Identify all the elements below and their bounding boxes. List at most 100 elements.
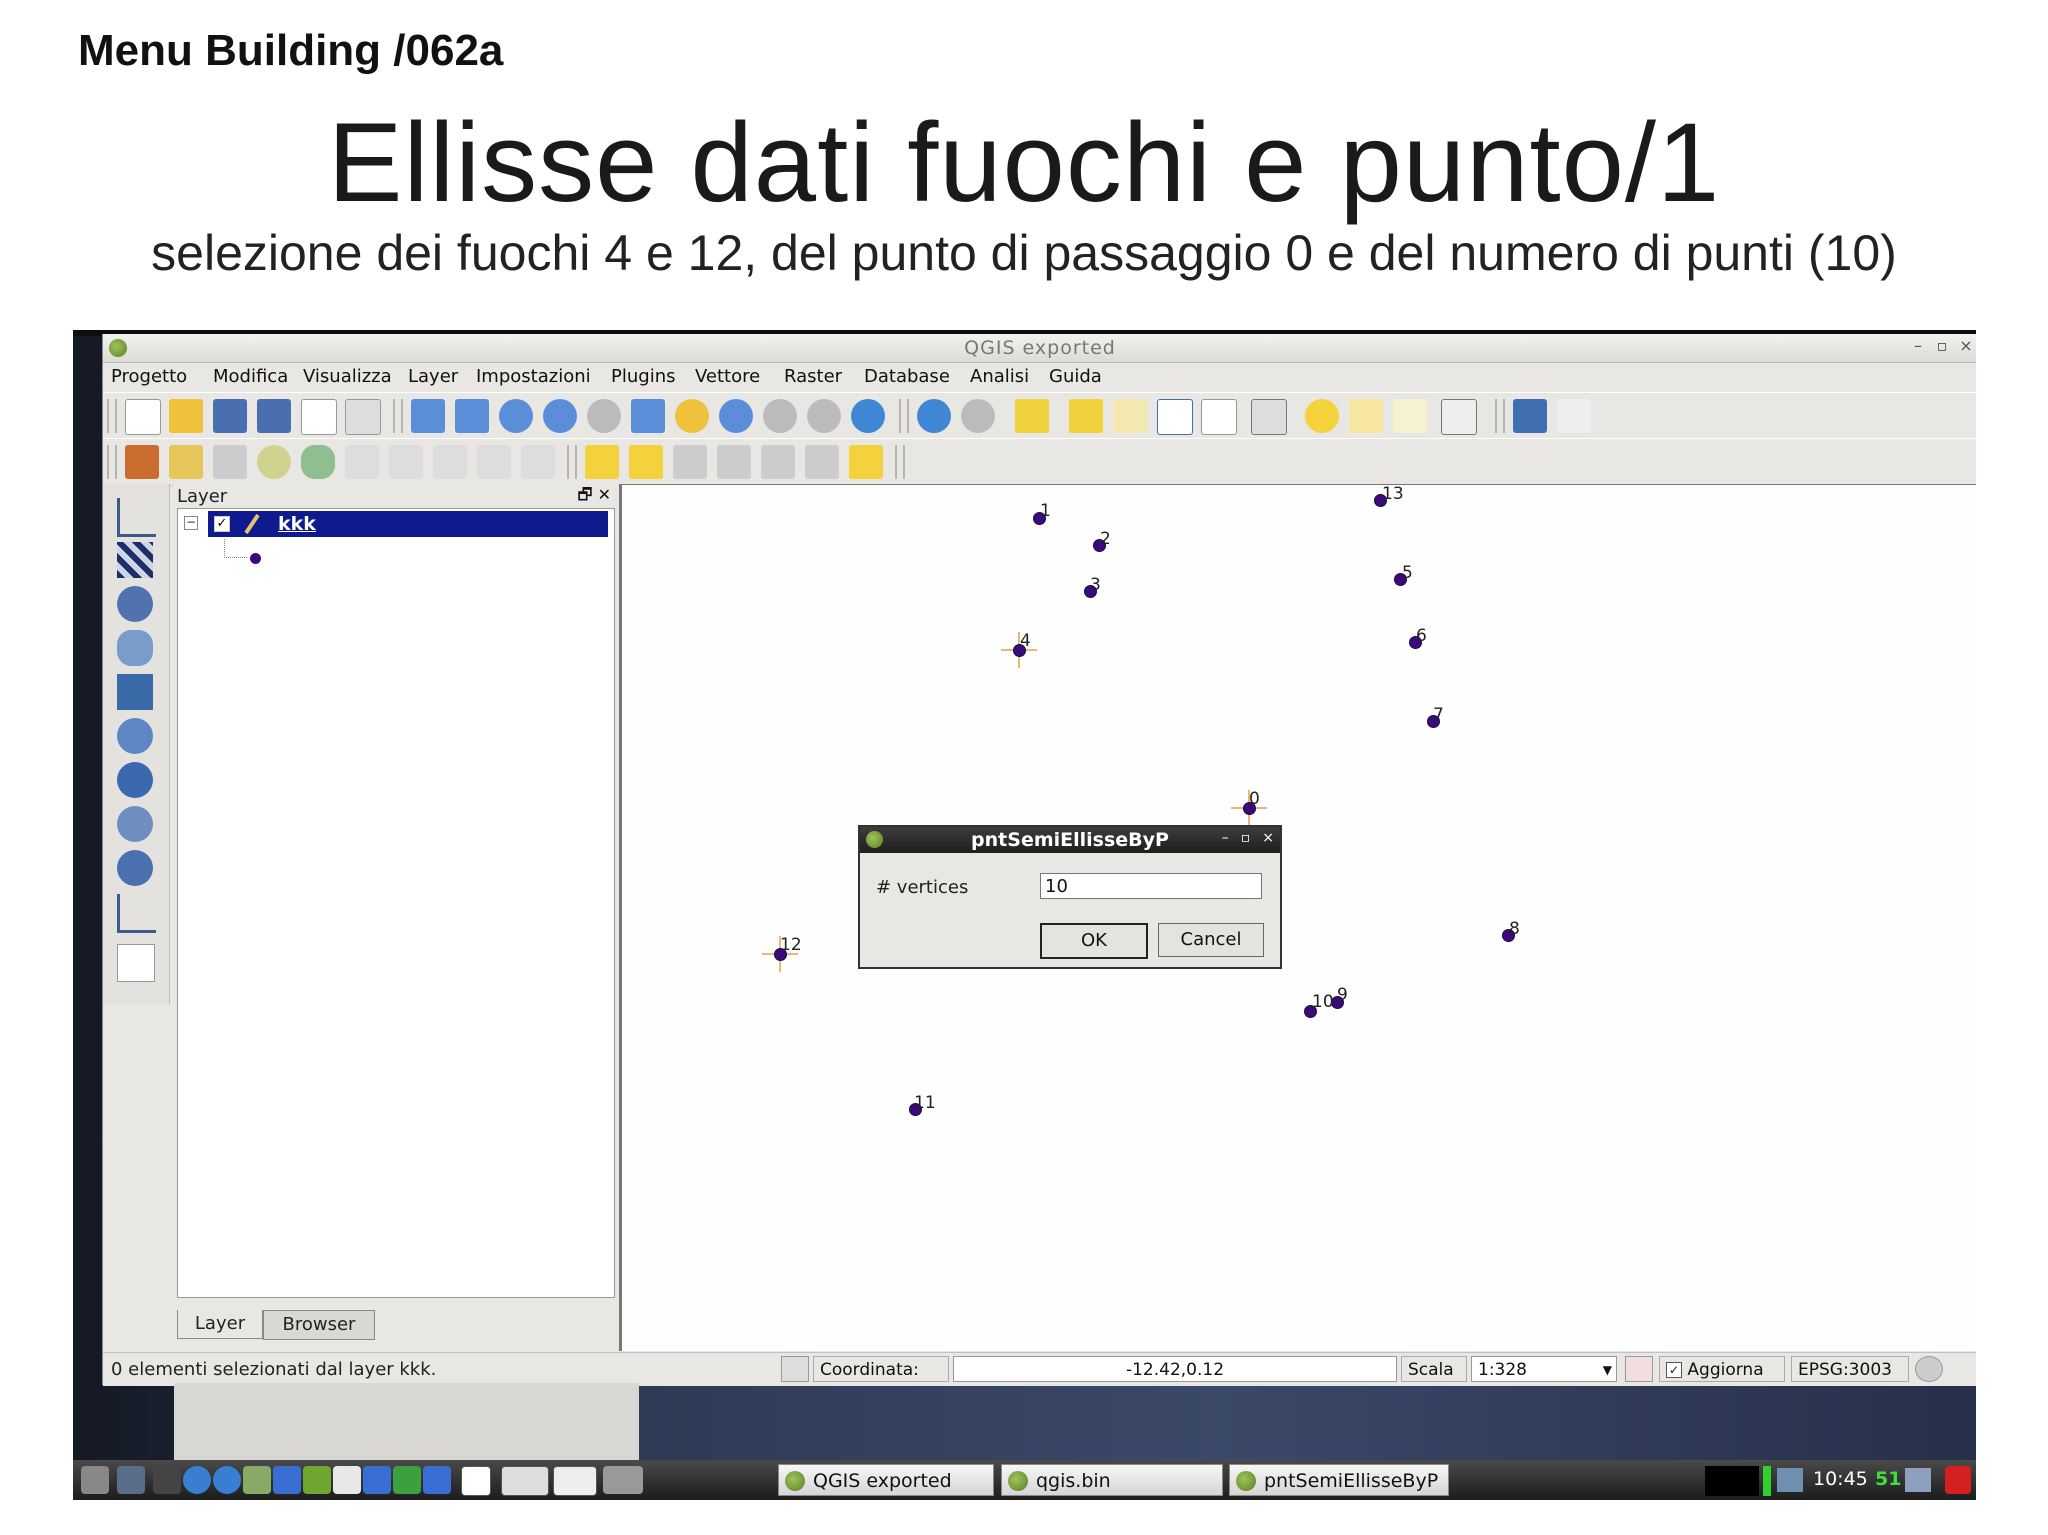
close-button[interactable]: × bbox=[1959, 336, 1973, 355]
layer-visibility-checkbox[interactable]: ✓ bbox=[214, 516, 230, 532]
save-as-icon[interactable] bbox=[257, 399, 291, 433]
map-tips-icon[interactable] bbox=[1305, 399, 1339, 433]
panel-float-close-icon[interactable]: 🗗 ✕ bbox=[577, 484, 611, 511]
app-icon[interactable] bbox=[273, 1466, 301, 1494]
field-calculator-icon[interactable] bbox=[1201, 399, 1237, 435]
render-checkbox[interactable]: ✓ bbox=[1666, 1362, 1682, 1378]
desktop-icon[interactable] bbox=[117, 1466, 145, 1494]
refresh-icon[interactable] bbox=[851, 399, 885, 433]
app-icon[interactable] bbox=[423, 1466, 451, 1494]
toggle-extents-icon[interactable] bbox=[781, 1356, 809, 1382]
whats-this-icon[interactable] bbox=[1557, 399, 1591, 433]
qgis-launcher-icon[interactable] bbox=[303, 1466, 331, 1494]
zoom-in-icon[interactable] bbox=[499, 399, 533, 433]
label-rotate-icon[interactable] bbox=[805, 445, 839, 479]
dialog-titlebar[interactable]: pntSemiEllisseByP – ▫ × bbox=[860, 827, 1280, 853]
show-bookmarks-icon[interactable] bbox=[1393, 399, 1427, 433]
attribute-table-icon[interactable] bbox=[1157, 399, 1193, 435]
menu-visualizza[interactable]: Visualizza bbox=[303, 366, 392, 387]
cancel-button[interactable]: Cancel bbox=[1158, 923, 1264, 957]
app-icon[interactable] bbox=[333, 1466, 361, 1494]
zoom-out-icon[interactable] bbox=[543, 399, 577, 433]
zoom-next-icon[interactable] bbox=[807, 399, 841, 433]
label-show-hide-icon[interactable] bbox=[717, 445, 751, 479]
node-tool-icon[interactable] bbox=[345, 445, 379, 479]
pan-icon[interactable] bbox=[411, 399, 445, 433]
help-icon[interactable] bbox=[1513, 399, 1547, 433]
zoom-native-icon[interactable] bbox=[587, 399, 621, 433]
power-icon[interactable] bbox=[1945, 1466, 1971, 1494]
menu-plugins[interactable]: Plugins bbox=[611, 366, 675, 387]
new-print-composer-icon[interactable] bbox=[301, 399, 337, 435]
toolbar-handle[interactable] bbox=[107, 399, 117, 433]
action-icon[interactable] bbox=[961, 399, 995, 433]
menu-analisi[interactable]: Analisi bbox=[970, 366, 1029, 387]
vertices-input[interactable] bbox=[1040, 873, 1262, 899]
maximize-button[interactable]: ▫ bbox=[1935, 336, 1949, 355]
browser-icon[interactable] bbox=[183, 1466, 211, 1494]
add-wms-layer-icon[interactable] bbox=[117, 718, 153, 754]
expression-select-icon[interactable] bbox=[1113, 399, 1147, 433]
pan-to-selection-icon[interactable] bbox=[455, 399, 489, 433]
task-qgis-exported[interactable]: QGIS exported bbox=[778, 1464, 994, 1496]
task-pnt-semi-ellisse[interactable]: pntSemiEllisseByP bbox=[1229, 1464, 1449, 1496]
tab-layer[interactable]: Layer bbox=[177, 1310, 263, 1339]
new-bookmark-icon[interactable] bbox=[1349, 399, 1383, 433]
globe-icon[interactable] bbox=[213, 1466, 241, 1494]
add-wfs-layer-icon[interactable] bbox=[117, 806, 153, 842]
stop-render-icon[interactable] bbox=[1625, 1356, 1653, 1382]
add-delimited-text-icon[interactable] bbox=[117, 850, 153, 886]
menu-database[interactable]: Database bbox=[864, 366, 950, 387]
collapse-icon[interactable]: − bbox=[184, 516, 198, 530]
save-edits-icon[interactable] bbox=[213, 445, 247, 479]
toolbar-handle[interactable] bbox=[107, 445, 117, 479]
workspace-4-icon[interactable] bbox=[603, 1466, 643, 1494]
task-qgis-bin[interactable]: qgis.bin bbox=[1001, 1464, 1223, 1496]
add-wcs-layer-icon[interactable] bbox=[117, 762, 153, 798]
network-icon[interactable] bbox=[1777, 1468, 1803, 1492]
ok-button[interactable]: OK bbox=[1040, 923, 1148, 959]
crs-status[interactable]: EPSG:3003 bbox=[1791, 1356, 1909, 1382]
add-spatialite-layer-icon[interactable] bbox=[117, 630, 153, 666]
coordinate-field[interactable]: -12.42,0.12 bbox=[953, 1356, 1397, 1382]
calc-icon[interactable] bbox=[393, 1466, 421, 1494]
tab-browser[interactable]: Browser bbox=[263, 1310, 375, 1340]
add-raster-layer-icon[interactable] bbox=[117, 542, 153, 578]
add-vector-layer-icon[interactable] bbox=[117, 498, 156, 537]
open-project-icon[interactable] bbox=[169, 399, 203, 433]
cut-features-icon[interactable] bbox=[433, 445, 467, 479]
writer-icon[interactable] bbox=[363, 1466, 391, 1494]
new-project-icon[interactable] bbox=[125, 399, 161, 435]
workspace-3-icon[interactable] bbox=[553, 1466, 597, 1496]
select-features-icon[interactable] bbox=[1015, 399, 1049, 433]
crs-globe-icon[interactable] bbox=[1915, 1356, 1943, 1382]
app-icon[interactable] bbox=[243, 1466, 271, 1494]
toggle-editing-icon[interactable] bbox=[169, 445, 203, 479]
minimize-button[interactable]: – bbox=[1911, 336, 1925, 355]
menu-guida[interactable]: Guida bbox=[1049, 366, 1102, 387]
text-annotation-icon[interactable] bbox=[1441, 399, 1477, 435]
dialog-maximize-button[interactable]: ▫ bbox=[1241, 830, 1251, 846]
menu-layer[interactable]: Layer bbox=[408, 366, 458, 387]
scale-combo[interactable]: 1:328 ▼ bbox=[1471, 1356, 1617, 1382]
delete-selected-icon[interactable] bbox=[389, 445, 423, 479]
add-postgis-layer-icon[interactable] bbox=[117, 586, 153, 622]
volume-icon[interactable] bbox=[1905, 1468, 1931, 1492]
menu-vettore[interactable]: Vettore bbox=[695, 366, 760, 387]
chevron-down-icon[interactable]: ▼ bbox=[1603, 1357, 1612, 1383]
clock[interactable]: 10:45 bbox=[1813, 1468, 1868, 1490]
zoom-layer-icon[interactable] bbox=[719, 399, 753, 433]
label-change-icon[interactable] bbox=[849, 445, 883, 479]
add-mssql-layer-icon[interactable] bbox=[117, 674, 153, 710]
render-toggle[interactable]: ✓ Aggiorna bbox=[1659, 1356, 1785, 1382]
identify-icon[interactable] bbox=[917, 399, 951, 433]
zoom-full-icon[interactable] bbox=[631, 399, 665, 433]
new-shapefile-icon[interactable] bbox=[117, 894, 156, 933]
window-titlebar[interactable]: QGIS exported – ▫ × bbox=[103, 334, 1976, 363]
layer-item-kkk[interactable]: ✓ kkk bbox=[208, 511, 608, 537]
menu-raster[interactable]: Raster bbox=[784, 366, 842, 387]
copy-features-icon[interactable] bbox=[477, 445, 511, 479]
menu-progetto[interactable]: Progetto bbox=[111, 366, 187, 387]
start-menu-icon[interactable] bbox=[81, 1466, 109, 1494]
zoom-last-icon[interactable] bbox=[763, 399, 797, 433]
